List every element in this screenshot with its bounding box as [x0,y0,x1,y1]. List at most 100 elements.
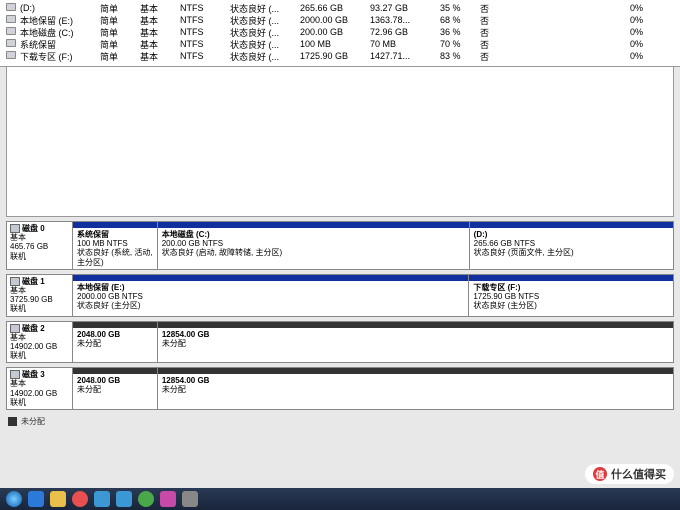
vol-capacity: 1725.90 GB [300,51,370,61]
partition-status: 状态良好 (主分区) [77,301,464,310]
partition-name: 2048.00 GB [77,330,153,339]
partition[interactable]: 2048.00 GB未分配 [73,322,158,363]
vol-name: 下载专区 (F:) [20,50,100,63]
partition[interactable]: 12854.00 GB未分配 [158,368,673,409]
disk-label[interactable]: 磁盘 1基本3725.90 GB联机 [7,275,73,316]
partition[interactable]: (D:)265.66 GB NTFS状态良好 (页面文件, 主分区) [470,222,673,269]
partition-size: 未分配 [162,339,669,348]
disk-title: 磁盘 0 [22,224,45,233]
taskbar-app-7[interactable] [160,491,176,507]
vol-fs: NTFS [180,51,230,61]
volume-row[interactable]: 本地磁盘 (C:)简单基本NTFS状态良好 (...200.00 GB72.96… [6,26,674,38]
disk-label[interactable]: 磁盘 3基本14902.00 GB联机 [7,368,73,409]
partition-size: 2000.00 GB NTFS [77,292,464,301]
disk-size: 3725.90 GB [10,295,69,304]
vol-name: (D:) [20,3,100,13]
legend: 未分配 [0,414,680,429]
partition-size: 未分配 [77,339,153,348]
taskbar-app-5[interactable] [116,491,132,507]
vol-status: 状态良好 (... [230,50,300,63]
taskbar-app-8[interactable] [182,491,198,507]
vol-overhead: 0% [630,27,660,37]
disk-row: 磁盘 2基本14902.00 GB联机2048.00 GB未分配12854.00… [6,321,674,364]
disk-size: 14902.00 GB [10,342,69,351]
vol-fault: 否 [480,50,520,63]
volume-list[interactable]: (D:)简单基本NTFS状态良好 (...265.66 GB93.27 GB35… [0,0,680,67]
watermark-text: 什么值得买 [611,466,666,482]
vol-capacity: 2000.00 GB [300,15,370,25]
vol-pct: 70 % [440,39,480,49]
partition-size: 265.66 GB NTFS [474,239,669,248]
legend-swatch-unallocated [8,417,17,426]
watermark: 值 什么值得买 [585,464,674,484]
vol-capacity: 265.66 GB [300,3,370,13]
partition-size: 1725.90 GB NTFS [473,292,669,301]
vol-pct: 83 % [440,51,480,61]
volume-row[interactable]: (D:)简单基本NTFS状态良好 (...265.66 GB93.27 GB35… [6,2,674,14]
vol-overhead: 0% [630,15,660,25]
partition-name: 下载专区 (F:) [473,283,669,292]
partition-status: 状态良好 (启动, 故障转储, 主分区) [162,248,465,257]
taskbar-app-6[interactable] [138,491,154,507]
partition-name: 系统保留 [77,230,153,239]
disk-size: 465.76 GB [10,242,69,251]
volume-list-empty-area [6,67,674,217]
disk-title: 磁盘 2 [22,324,45,333]
disk-row: 磁盘 3基本14902.00 GB联机2048.00 GB未分配12854.00… [6,367,674,410]
legend-label-unallocated: 未分配 [21,416,45,427]
start-button[interactable] [6,491,22,507]
vol-free: 93.27 GB [370,3,440,13]
vol-capacity: 100 MB [300,39,370,49]
taskbar-app-2[interactable] [50,491,66,507]
disk-label[interactable]: 磁盘 2基本14902.00 GB联机 [7,322,73,363]
vol-overhead: 0% [630,3,660,13]
volume-row[interactable]: 系统保留简单基本NTFS状态良好 (...100 MB70 MB70 %否0% [6,38,674,50]
taskbar[interactable] [0,488,680,510]
partition[interactable]: 下载专区 (F:)1725.90 GB NTFS状态良好 (主分区) [469,275,673,316]
partition[interactable]: 本地保留 (E:)2000.00 GB NTFS状态良好 (主分区) [73,275,469,316]
partition-size: 未分配 [77,385,153,394]
partition-name: (D:) [474,230,669,239]
partition[interactable]: 2048.00 GB未分配 [73,368,158,409]
partition[interactable]: 12854.00 GB未分配 [158,322,673,363]
vol-capacity: 200.00 GB [300,27,370,37]
vol-overhead: 0% [630,51,660,61]
taskbar-app-1[interactable] [28,491,44,507]
partition-name: 12854.00 GB [162,330,669,339]
disk-type: 基本 [10,233,69,242]
disk-type: 基本 [10,286,69,295]
taskbar-app-4[interactable] [94,491,110,507]
disk-icon [10,224,20,233]
disk-icon [10,370,20,379]
drive-icon [6,15,16,23]
volume-row[interactable]: 本地保留 (E:)简单基本NTFS状态良好 (...2000.00 GB1363… [6,14,674,26]
partition[interactable]: 本地磁盘 (C:)200.00 GB NTFS状态良好 (启动, 故障转储, 主… [158,222,470,269]
partition-size: 100 MB NTFS [77,239,153,248]
vol-pct: 35 % [440,3,480,13]
disk-state: 联机 [10,398,69,407]
vol-fs: NTFS [180,27,230,37]
disk-type: 基本 [10,379,69,388]
partition-name: 12854.00 GB [162,376,669,385]
drive-icon [6,51,16,59]
watermark-badge: 值 [593,467,607,481]
disk-icon [10,324,20,333]
disk-state: 联机 [10,304,69,313]
disk-row: 磁盘 0基本465.76 GB联机系统保留100 MB NTFS状态良好 (系统… [6,221,674,270]
vol-free: 1363.78... [370,15,440,25]
disk-state: 联机 [10,351,69,360]
partition[interactable]: 系统保留100 MB NTFS状态良好 (系统, 活动, 主分区) [73,222,158,269]
volume-row[interactable]: 下载专区 (F:)简单基本NTFS状态良好 (...1725.90 GB1427… [6,50,674,62]
disk-label[interactable]: 磁盘 0基本465.76 GB联机 [7,222,73,269]
partition-status: 状态良好 (页面文件, 主分区) [474,248,669,257]
disk-state: 联机 [10,252,69,261]
disk-row: 磁盘 1基本3725.90 GB联机本地保留 (E:)2000.00 GB NT… [6,274,674,317]
vol-free: 72.96 GB [370,27,440,37]
partition-name: 本地磁盘 (C:) [162,230,465,239]
taskbar-app-3[interactable] [72,491,88,507]
vol-fs: NTFS [180,3,230,13]
vol-pct: 36 % [440,27,480,37]
partition-size: 200.00 GB NTFS [162,239,465,248]
disk-map-pane: 磁盘 0基本465.76 GB联机系统保留100 MB NTFS状态良好 (系统… [0,217,680,410]
vol-type: 基本 [140,50,180,63]
